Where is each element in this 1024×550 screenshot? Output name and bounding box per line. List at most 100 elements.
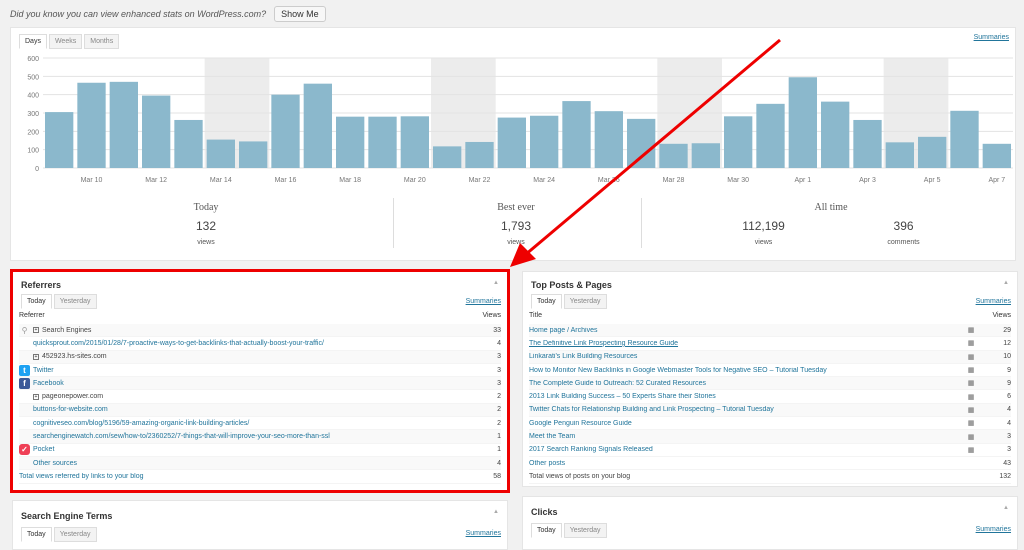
other-posts-row: Other posts 43 [529,457,1011,471]
stats-notice: Did you know you can view enhanced stats… [10,6,326,22]
y-tick-label: 400 [27,93,39,100]
post-title-link[interactable]: Twitter Chats for Relationship Building … [529,406,774,413]
chart-bar [303,83,332,168]
chart-bar [788,77,817,168]
clicks-title: Clicks [531,507,558,517]
x-tick-label: Mar 16 [275,177,297,184]
chart-bar [239,141,268,168]
post-title-link[interactable]: 2017 Search Ranking Signals Released [529,446,653,453]
tab-weeks[interactable]: Weeks [48,34,83,49]
stats-bar-icon[interactable]: ▦ [961,339,981,347]
stats-bar-icon[interactable]: ▦ [961,379,981,387]
stat-today-value: 132 [195,219,217,233]
search-terms-summaries-link[interactable]: Summaries [466,530,501,537]
chart-bar [433,146,462,168]
top-posts-summaries-link[interactable]: Summaries [976,298,1011,305]
post-title-link[interactable]: The Definitive Link Prospecting Resource… [529,340,678,347]
chart-bar [206,139,235,168]
collapse-icon[interactable]: ▲ [1003,505,1009,511]
collapse-icon[interactable]: ▲ [1003,280,1009,286]
y-tick-label: 0 [35,166,39,173]
tab-yesterday[interactable]: Yesterday [563,294,607,309]
chart-bar [853,119,882,168]
stats-bar-icon[interactable]: ▦ [961,433,981,441]
stats-bar-icon[interactable]: ▦ [961,366,981,374]
x-tick-label: Mar 14 [210,177,232,184]
y-tick-label: 500 [27,74,39,81]
stats-bar-icon[interactable]: ▦ [961,446,981,454]
chart-bar [821,101,850,168]
stat-all-comments: 396 [893,219,914,233]
chart-bar [885,142,914,168]
top-posts-table: Title Views Home page / Archives ▦ 29 The D… [529,312,1011,484]
post-views: 3 [1007,433,1011,441]
stat-today: Today 132 views [141,202,271,246]
title-col-header: Title [529,312,542,319]
stat-divider [393,198,394,248]
posts-total-value: 132 [999,472,1011,480]
posts-total-label: Total views of posts on your blog [529,472,631,480]
x-tick-label: Mar 18 [339,177,361,184]
post-views: 9 [1007,379,1011,387]
y-tick-label: 300 [27,111,39,118]
x-tick-label: Apr 1 [794,177,811,184]
table-row: Meet the Team ▦ 3 [529,430,1011,444]
stats-bar-icon[interactable]: ▦ [961,393,981,401]
highlight-box [10,269,510,493]
x-tick-label: Mar 20 [404,177,426,184]
chart-bar [174,119,203,168]
tab-yesterday[interactable]: Yesterday [563,523,607,538]
stats-bar-icon[interactable]: ▦ [961,406,981,414]
x-tick-label: Apr 3 [859,177,876,184]
post-title-link[interactable]: Linkarati's Link Building Resources [529,353,637,360]
post-title-link[interactable]: 2013 Link Building Success – 50 Experts … [529,393,716,400]
post-views: 6 [1007,393,1011,401]
table-row: How to Monitor New Backlinks in Google W… [529,364,1011,378]
views-col-header: Views [992,312,1011,319]
table-row: Twitter Chats for Relationship Building … [529,403,1011,418]
post-title-link[interactable]: The Complete Guide to Outreach: 52 Curat… [529,380,706,387]
post-views: 4 [1007,419,1011,427]
y-tick-label: 200 [27,129,39,136]
search-terms-panel: Search Engine Terms ▲ Today Yesterday Su… [12,500,508,550]
tab-days[interactable]: Days [19,34,47,49]
chart-bar [336,116,365,168]
stats-bar-icon[interactable]: ▦ [961,419,981,427]
other-posts-value: 43 [1003,459,1011,467]
collapse-icon[interactable]: ▲ [493,509,499,515]
chart-bar [142,95,171,168]
tab-months[interactable]: Months [84,34,120,49]
y-tick-label: 600 [27,56,39,63]
post-title-link[interactable]: Google Penguin Resource Guide [529,420,632,427]
top-posts-title: Top Posts & Pages [531,280,612,290]
post-views: 3 [1007,446,1011,454]
chart-bar [109,81,138,168]
post-title-link[interactable]: Home page / Archives [529,327,597,334]
table-row: Home page / Archives ▦ 29 [529,324,1011,338]
stats-bar-icon[interactable]: ▦ [961,326,981,334]
x-tick-label: Apr 7 [988,177,1005,184]
other-posts-label[interactable]: Other posts [529,460,981,467]
posts-total-row: Total views of posts on your blog 132 [529,470,1011,484]
annotation-arrow [510,38,781,267]
table-row: 2013 Link Building Success – 50 Experts … [529,390,1011,404]
post-views: 9 [1007,366,1011,374]
tab-today[interactable]: Today [531,294,562,309]
stat-today-unit: views [197,239,215,246]
post-views: 10 [1003,353,1011,361]
chart-bar [950,110,979,168]
post-views: 29 [1003,326,1011,334]
post-title-link[interactable]: How to Monitor New Backlinks in Google W… [529,367,827,374]
chart-bar [918,136,947,168]
chart-summaries-link[interactable]: Summaries [974,34,1009,41]
tab-today[interactable]: Today [531,523,562,538]
stats-bar-icon[interactable]: ▦ [961,353,981,361]
x-tick-label: Mar 12 [145,177,167,184]
chart-bar [465,141,494,168]
notice-text: Did you know you can view enhanced stats… [10,9,267,19]
chart-bar [45,112,74,168]
post-title-link[interactable]: Meet the Team [529,433,575,440]
table-row: The Definitive Link Prospecting Resource… [529,337,1011,351]
show-me-button[interactable]: Show Me [274,6,326,22]
clicks-summaries-link[interactable]: Summaries [976,526,1011,533]
